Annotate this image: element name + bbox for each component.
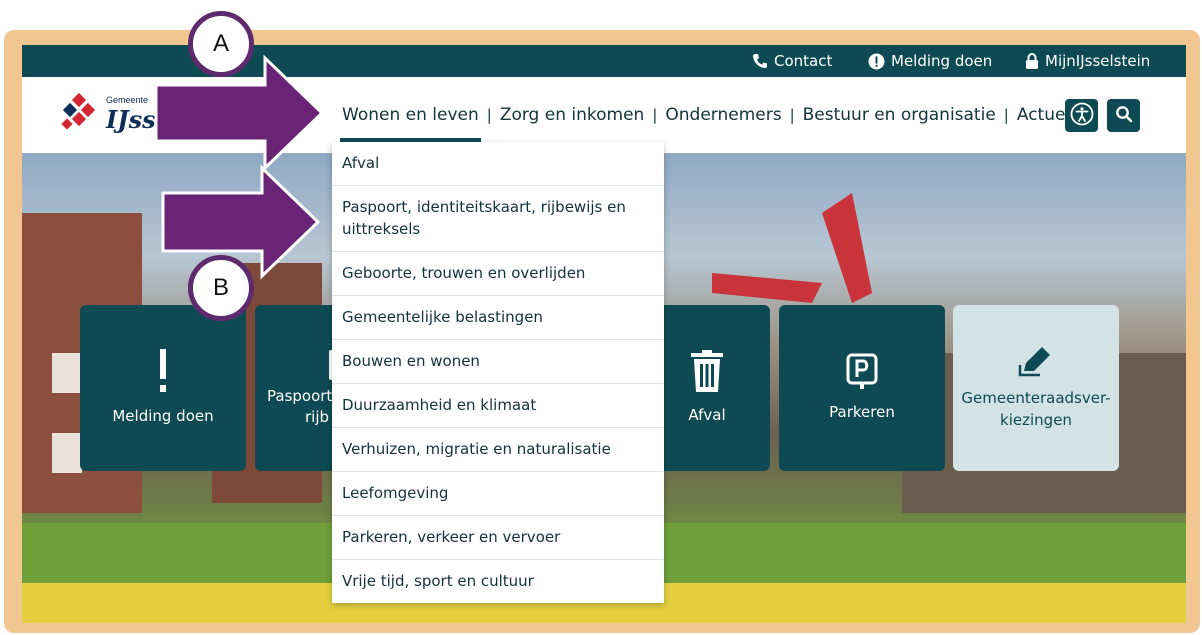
annotation-arrows [154, 54, 325, 280]
annotation-arrow-b [161, 164, 321, 280]
annotation-arrow-a [154, 54, 325, 172]
annotation-label-b-text: B [212, 274, 229, 301]
annotation-label-a: A [188, 11, 254, 77]
annotation-label-b: B [188, 255, 254, 321]
annotation-label-a-text: A [212, 30, 229, 57]
